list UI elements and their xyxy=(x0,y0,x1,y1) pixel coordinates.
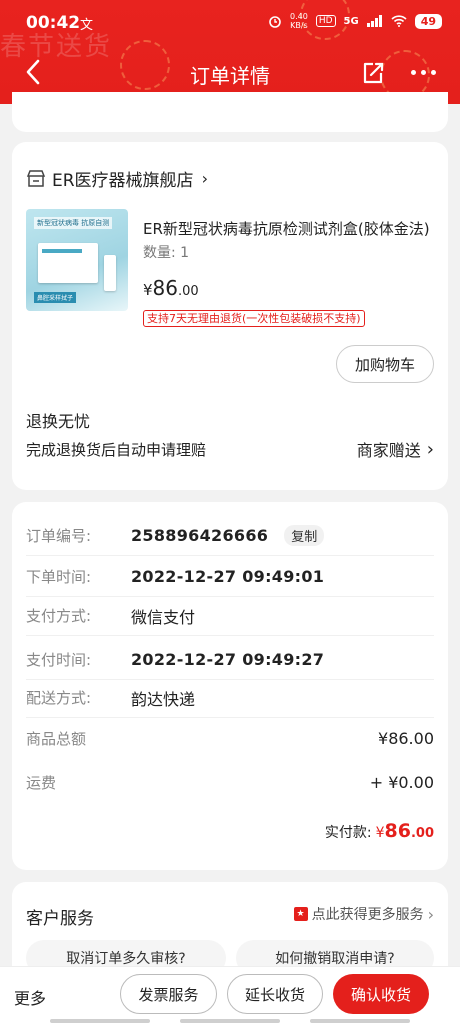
order-number-label: 订单编号: xyxy=(26,527,92,545)
goods-total-row: 商品总额 ¥86.00 xyxy=(26,718,434,758)
pay-time-row: 支付时间: 2022-12-27 09:49:27 xyxy=(26,640,434,680)
wifi-icon xyxy=(391,15,407,27)
extend-receipt-button[interactable]: 延长收货 xyxy=(227,974,323,1014)
network-speed: 0.40 KB/s xyxy=(290,12,308,30)
bottom-action-bar: 更多 发票服务 延长收货 确认收货 xyxy=(0,966,460,1024)
product-price: ¥86.00 xyxy=(143,276,199,300)
share-icon[interactable] xyxy=(360,60,386,86)
signal-icon xyxy=(366,15,382,27)
speed-unit: KB/s xyxy=(290,21,308,30)
add-to-cart-button[interactable]: 加购物车 xyxy=(336,345,434,383)
battery-indicator: 49 xyxy=(414,13,442,29)
star-badge-icon: ★ xyxy=(293,907,308,921)
speed-value: 0.40 xyxy=(290,12,308,21)
status-bar: 00:42 文 0.40 KB/s HD 5G 49 xyxy=(0,0,460,46)
copy-button[interactable]: 复制 xyxy=(284,525,325,546)
freight-label: 运费 xyxy=(26,773,57,792)
pay-method-label: 支付方式: xyxy=(26,607,92,625)
product-name[interactable]: ER新型冠状病毒抗原检测试剂盒(胶体金法) xyxy=(143,218,438,239)
merchant-gift-label: 商家赠送 xyxy=(356,441,421,460)
order-time-label: 下单时间: xyxy=(26,568,92,586)
shop-link[interactable]: ER医疗器械旗舰店 › xyxy=(26,166,208,191)
more-services-label: 点此获得更多服务 xyxy=(311,907,424,923)
price-decimal: .00 xyxy=(178,284,199,299)
shipping-value: 韵达快递 xyxy=(131,689,196,709)
pay-time-value: 2022-12-27 09:49:27 xyxy=(131,650,325,669)
page-title: 订单详情 xyxy=(190,64,270,88)
thumbnail-band-text: 新型冠状病毒 抗原自测 xyxy=(34,217,113,229)
pay-time-label: 支付时间: xyxy=(26,651,92,669)
previous-card-edge xyxy=(12,92,448,132)
test-cassette-illustration xyxy=(104,255,116,291)
status-icons: 0.40 KB/s HD 5G 49 xyxy=(268,12,442,30)
header-bar: 春节送货 00:42 文 0.40 KB/s HD 5G 49 订单详情 xyxy=(0,0,460,104)
more-options-icon[interactable] xyxy=(411,70,436,75)
paid-amount: 实付款: ¥86.00 xyxy=(325,820,434,842)
kit-box-illustration xyxy=(38,243,98,283)
order-time-row: 下单时间: 2022-12-27 09:49:01 xyxy=(26,557,434,597)
freight-value: + ¥0.00 xyxy=(369,772,434,792)
order-info-card: 订单编号: 258896426666 复制 下单时间: 2022-12-27 0… xyxy=(12,502,448,870)
product-thumbnail[interactable]: 新型冠状病毒 抗原自测 鼻腔采样拭子 xyxy=(26,209,128,311)
shipping-label: 配送方式: xyxy=(26,689,92,707)
more-services-link[interactable]: ★ 点此获得更多服务 › xyxy=(293,904,434,924)
shop-name: ER医疗器械旗舰店 xyxy=(52,171,194,191)
product-card: ER医疗器械旗舰店 › 新型冠状病毒 抗原自测 鼻腔采样拭子 ER新型冠状病毒抗… xyxy=(12,142,448,490)
paid-decimal: .00 xyxy=(410,826,434,841)
order-number-value: 258896426666 xyxy=(131,526,269,545)
pay-method-value: 微信支付 xyxy=(131,607,196,627)
paid-currency: ¥ xyxy=(375,825,385,841)
paid-integer: 86 xyxy=(384,820,411,842)
notification-icon: 文 xyxy=(80,18,94,33)
product-quantity: 数量: 1 xyxy=(143,245,190,261)
worry-free-description: 完成退换货后自动申请理赔 xyxy=(26,441,207,459)
hd-badge: HD xyxy=(315,15,336,27)
price-currency: ¥ xyxy=(143,281,153,299)
paid-label: 实付款: xyxy=(324,825,372,841)
chevron-right-icon: › xyxy=(426,438,434,460)
more-button[interactable]: 更多 xyxy=(14,985,46,1009)
thumbnail-foot-text: 鼻腔采样拭子 xyxy=(34,292,77,303)
order-number-row: 订单编号: 258896426666 复制 xyxy=(26,516,434,556)
gesture-bar xyxy=(50,1019,410,1024)
merchant-gift-link[interactable]: 商家赠送 › xyxy=(357,437,434,461)
store-icon xyxy=(26,169,46,187)
worry-free-title: 退换无忧 xyxy=(26,412,91,431)
nav-bar: 订单详情 xyxy=(0,52,460,96)
service-title: 客户服务 xyxy=(26,909,94,929)
goods-total-value: ¥86.00 xyxy=(378,728,434,748)
confirm-receipt-button[interactable]: 确认收货 xyxy=(333,974,429,1014)
alarm-icon xyxy=(269,16,281,28)
network-type: 5G xyxy=(343,15,359,27)
pay-method-row: 支付方式: 微信支付 xyxy=(26,596,434,636)
chevron-right-icon: › xyxy=(427,904,434,924)
freight-row: 运费 + ¥0.00 xyxy=(26,762,434,802)
chevron-right-icon: › xyxy=(201,169,208,188)
invoice-service-button[interactable]: 发票服务 xyxy=(120,974,217,1014)
return-policy-tag: 支持7天无理由退货(一次性包装破损不支持) xyxy=(143,310,365,327)
status-time: 00:42 xyxy=(26,13,81,33)
goods-total-label: 商品总额 xyxy=(26,729,87,748)
order-time-value: 2022-12-27 09:49:01 xyxy=(131,567,325,586)
price-integer: 86 xyxy=(152,276,178,300)
shipping-row: 配送方式: 韵达快递 xyxy=(26,678,434,718)
